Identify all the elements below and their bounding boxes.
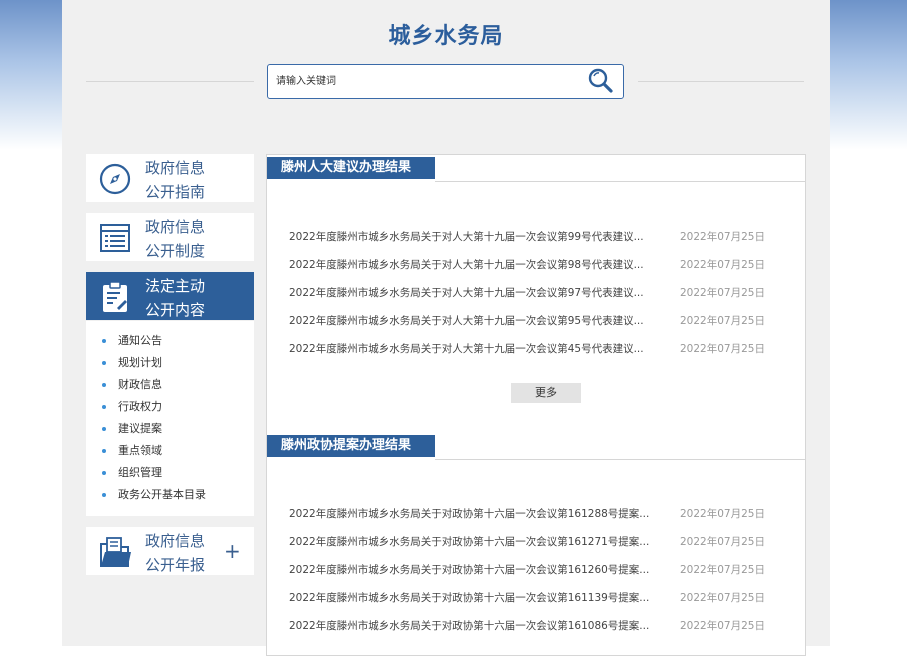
submenu-item[interactable]: 行政权力 xyxy=(86,396,254,418)
section-header: 滕州政协提案办理结果 xyxy=(267,435,805,460)
list-item-title[interactable]: 2022年度滕州市城乡水务局关于对人大第十九届一次会议第45号代表建议... xyxy=(289,339,669,359)
search-icon xyxy=(588,68,613,93)
list-item[interactable]: 2022年度滕州市城乡水务局关于对人大第十九届一次会议第95号代表建议... 2… xyxy=(289,311,769,331)
section-header: 滕州人大建议办理结果 xyxy=(267,157,805,182)
sidebar-item-statutory-content[interactable]: 法定主动 公开内容 xyxy=(86,272,254,320)
header-divider-right xyxy=(638,81,804,82)
more-button[interactable]: 更多 xyxy=(511,383,581,403)
list-item-date: 2022年07月25日 xyxy=(680,508,765,520)
list-item[interactable]: 2022年度滕州市城乡水务局关于对政协第十六届一次会议第161086号提案...… xyxy=(289,616,769,636)
list-item-title[interactable]: 2022年度滕州市城乡水务局关于对政协第十六届一次会议第161260号提案... xyxy=(289,560,669,580)
page-background-left xyxy=(0,0,62,646)
sidebar-item-label: 政府信息 公开指南 xyxy=(145,159,206,201)
header-divider-left xyxy=(86,81,254,82)
list-item-title[interactable]: 2022年度滕州市城乡水务局关于对人大第十九届一次会议第97号代表建议... xyxy=(289,283,669,303)
list-item[interactable]: 2022年度滕州市城乡水务局关于对人大第十九届一次会议第97号代表建议... 2… xyxy=(289,283,769,303)
list-item-date: 2022年07月25日 xyxy=(680,287,765,299)
list-item-date: 2022年07月25日 xyxy=(680,564,765,576)
compass-icon xyxy=(99,163,131,195)
search-button[interactable] xyxy=(586,67,616,95)
clipboard-edit-icon xyxy=(103,281,127,312)
sidebar-submenu: 通知公告 规划计划 财政信息 行政权力 建议提案 重点领域 组织管理 政务公开基… xyxy=(86,321,254,516)
list-item-date: 2022年07月25日 xyxy=(680,620,765,632)
list-item[interactable]: 2022年度滕州市城乡水务局关于对政协第十六届一次会议第161260号提案...… xyxy=(289,560,769,580)
sidebar-item-disclosure-system[interactable]: 政府信息 公开制度 xyxy=(86,213,254,261)
sidebar-item-annual-report[interactable]: 政府信息 公开年报 + xyxy=(86,527,254,575)
search-box xyxy=(267,64,624,99)
list-item-title[interactable]: 2022年度滕州市城乡水务局关于对人大第十九届一次会议第98号代表建议... xyxy=(289,255,669,275)
list-item-date: 2022年07月25日 xyxy=(680,231,765,243)
list-item-title[interactable]: 2022年度滕州市城乡水务局关于对政协第十六届一次会议第161288号提案... xyxy=(289,504,669,524)
list-item-title[interactable]: 2022年度滕州市城乡水务局关于对人大第十九届一次会议第99号代表建议... xyxy=(289,227,669,247)
list-item-date: 2022年07月25日 xyxy=(680,536,765,548)
section-divider xyxy=(435,459,805,460)
list-item-title[interactable]: 2022年度滕州市城乡水务局关于对政协第十六届一次会议第161086号提案... xyxy=(289,616,669,636)
list-item[interactable]: 2022年度滕州市城乡水务局关于对政协第十六届一次会议第161288号提案...… xyxy=(289,504,769,524)
list-item-title[interactable]: 2022年度滕州市城乡水务局关于对政协第十六届一次会议第161271号提案... xyxy=(289,532,669,552)
section-title: 滕州政协提案办理结果 xyxy=(267,435,435,457)
submenu-item[interactable]: 组织管理 xyxy=(86,462,254,484)
list-item-date: 2022年07月25日 xyxy=(680,315,765,327)
list-item-date: 2022年07月25日 xyxy=(680,592,765,604)
submenu-item[interactable]: 建议提案 xyxy=(86,418,254,440)
submenu-item[interactable]: 政务公开基本目录 xyxy=(86,484,254,506)
page-container: 城乡水务局 政府信息 公开指南 xyxy=(62,0,830,656)
list-item[interactable]: 2022年度滕州市城乡水务局关于对人大第十九届一次会议第99号代表建议... 2… xyxy=(289,227,769,247)
section-title: 滕州人大建议办理结果 xyxy=(267,157,435,179)
submenu-item[interactable]: 重点领域 xyxy=(86,440,254,462)
submenu-item[interactable]: 通知公告 xyxy=(86,330,254,352)
list-item[interactable]: 2022年度滕州市城乡水务局关于对政协第十六届一次会议第161271号提案...… xyxy=(289,532,769,552)
search-input[interactable] xyxy=(276,73,576,89)
list-document-icon xyxy=(100,224,130,252)
expand-plus-icon[interactable]: + xyxy=(224,539,241,563)
sidebar-item-disclosure-guide[interactable]: 政府信息 公开指南 xyxy=(86,154,254,202)
list-item[interactable]: 2022年度滕州市城乡水务局关于对人大第十九届一次会议第45号代表建议... 2… xyxy=(289,339,769,359)
submenu-item[interactable]: 财政信息 xyxy=(86,374,254,396)
list-item-date: 2022年07月25日 xyxy=(680,259,765,271)
list-item-title[interactable]: 2022年度滕州市城乡水务局关于对人大第十九届一次会议第95号代表建议... xyxy=(289,311,669,331)
section-divider xyxy=(435,181,805,182)
sidebar-item-label: 法定主动 公开内容 xyxy=(145,277,206,319)
site-title: 城乡水务局 xyxy=(388,24,504,49)
list-item[interactable]: 2022年度滕州市城乡水务局关于对政协第十六届一次会议第161139号提案...… xyxy=(289,588,769,608)
page-background-right xyxy=(830,0,907,646)
main-content: 滕州人大建议办理结果 2022年度滕州市城乡水务局关于对人大第十九届一次会议第9… xyxy=(266,154,806,656)
list-item-date: 2022年07月25日 xyxy=(680,343,765,355)
submenu-item[interactable]: 规划计划 xyxy=(86,352,254,374)
sidebar-item-label: 政府信息 公开制度 xyxy=(145,218,206,260)
folder-report-icon xyxy=(100,537,131,567)
list-item[interactable]: 2022年度滕州市城乡水务局关于对人大第十九届一次会议第98号代表建议... 2… xyxy=(289,255,769,275)
list-item-title[interactable]: 2022年度滕州市城乡水务局关于对政协第十六届一次会议第161139号提案... xyxy=(289,588,669,608)
